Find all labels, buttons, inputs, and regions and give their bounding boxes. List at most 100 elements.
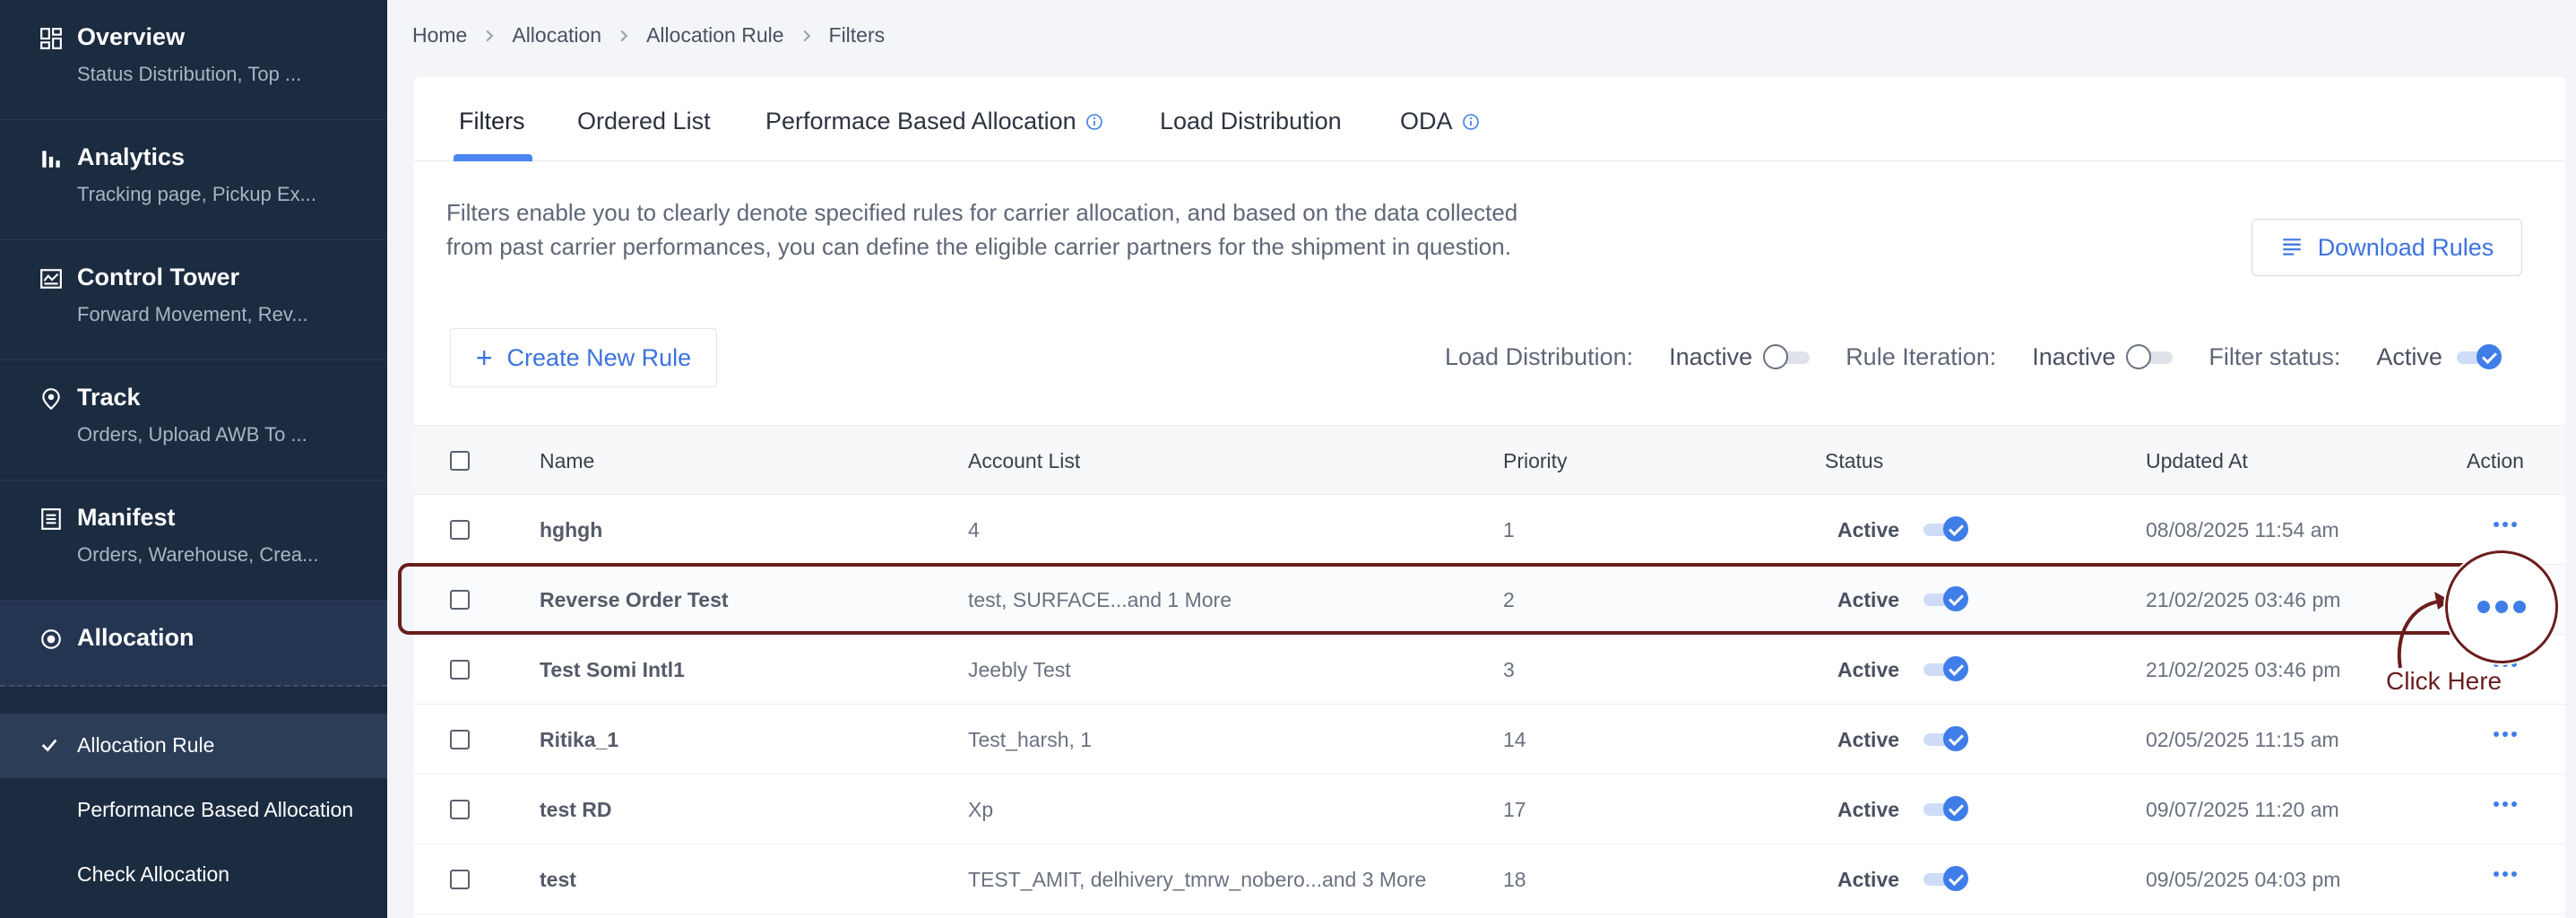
status-text: Active <box>1837 728 1900 751</box>
curved-arrow-icon <box>2397 592 2451 669</box>
tab-label: Performace Based Allocation <box>765 108 1076 134</box>
column-header-status[interactable]: Status <box>1825 449 1883 473</box>
account-list: Test_harsh, 1 <box>968 728 1093 751</box>
click-here-annotation: Click Here <box>2386 667 2503 695</box>
sidebar-item-subtitle: Forward Movement, Rev... <box>77 303 308 325</box>
main-card: Filters Ordered List Performace Based Al… <box>414 77 2565 918</box>
create-new-rule-button[interactable]: + Create New Rule <box>450 328 717 387</box>
rule-name[interactable]: Ritika_1 <box>540 728 618 752</box>
chevron-right-icon <box>620 30 628 41</box>
subnav-check-allocation[interactable]: Check Allocation <box>0 843 387 907</box>
account-list: Jeebly Test <box>968 658 1071 681</box>
table-row: Ritika_1 Test_harsh, 1 14 Active 02/05/2… <box>414 705 2565 775</box>
create-rule-label: Create New Rule <box>506 343 692 371</box>
bar-chart-icon <box>42 151 60 168</box>
updated-at: 21/02/2025 03:46 pm <box>2146 658 2341 681</box>
row-checkbox[interactable] <box>450 730 470 749</box>
sidebar-item-title: Overview <box>77 23 186 50</box>
table-row: test TEST_AMIT, delhivery_tmrw_nobero...… <box>414 844 2565 914</box>
rule-iteration-toggle[interactable] <box>2126 344 2174 369</box>
rule-name[interactable]: Test Somi Intl1 <box>540 658 685 682</box>
load-distribution-label: Load Distribution: <box>1445 342 1634 370</box>
sidebar-item-manifest[interactable]: Manifest Orders, Warehouse, Crea... <box>0 481 387 601</box>
account-list: 4 <box>968 518 980 541</box>
status-toggles: Load Distribution: Inactive Rule Iterati… <box>1445 337 2502 377</box>
row-checkbox[interactable] <box>450 520 470 540</box>
tab-bar: Filters Ordered List Performace Based Al… <box>414 77 2565 161</box>
sidebar-item-title: Control Tower <box>77 264 239 290</box>
priority: 1 <box>1503 518 1515 541</box>
tab-oda[interactable]: ODA <box>1400 108 1480 135</box>
download-rules-button[interactable]: Download Rules <box>2252 219 2522 276</box>
sidebar-item-overview[interactable]: Overview Status Distribution, Top ... <box>0 0 387 120</box>
tab-filters[interactable]: Filters <box>459 108 525 135</box>
tab-performance-based-allocation[interactable]: Performace Based Allocation <box>765 108 1103 135</box>
document-list-icon <box>41 508 61 530</box>
info-icon[interactable] <box>1085 113 1103 131</box>
more-actions-icon[interactable] <box>2494 522 2517 527</box>
breadcrumb: Home Allocation Allocation Rule Filters <box>412 23 885 48</box>
sidebar-item-track[interactable]: Track Orders, Upload AWB To ... <box>0 360 387 481</box>
column-header-name[interactable]: Name <box>540 449 594 473</box>
sidebar-item-subtitle: Orders, Upload AWB To ... <box>77 423 307 446</box>
subnav-label: Check Allocation <box>77 862 230 886</box>
sidebar-item-title: Analytics <box>77 143 186 170</box>
sidebar-item-subtitle: Orders, Warehouse, Crea... <box>77 543 319 566</box>
filter-status-label: Filter status: <box>2209 342 2341 370</box>
updated-at: 09/07/2025 11:20 am <box>2146 798 2339 821</box>
breadcrumb-allocation[interactable]: Allocation <box>512 23 601 48</box>
tab-ordered-list[interactable]: Ordered List <box>577 108 711 135</box>
select-all-checkbox[interactable] <box>450 451 470 471</box>
status-toggle[interactable] <box>1920 866 1968 891</box>
status-toggle[interactable] <box>1920 516 1968 541</box>
load-distribution-value: Inactive <box>1669 342 1753 370</box>
status-toggle[interactable] <box>1920 796 1968 821</box>
highlight-row-outline <box>398 563 2495 635</box>
subnav-performance-based-allocation[interactable]: Performance Based Allocation <box>0 778 387 843</box>
breadcrumb-home[interactable]: Home <box>412 23 467 48</box>
status-text: Active <box>1837 868 1900 891</box>
account-list: TEST_AMIT, delhivery_tmrw_nobero...and 3… <box>968 868 1427 891</box>
table-row: hghgh 4 1 Active 08/08/2025 11:54 am <box>414 495 2565 565</box>
rule-iteration-value: Inactive <box>2032 342 2116 370</box>
sidebar-item-subtitle: Status Distribution, Top ... <box>77 63 302 85</box>
column-header-account-list[interactable]: Account List <box>968 449 1080 473</box>
priority: 14 <box>1503 728 1526 751</box>
more-actions-icon[interactable] <box>2494 732 2517 737</box>
breadcrumb-allocation-rule[interactable]: Allocation Rule <box>646 23 783 48</box>
column-header-priority[interactable]: Priority <box>1503 449 1568 473</box>
more-actions-icon[interactable] <box>2494 801 2517 807</box>
sidebar-item-allocation[interactable]: Allocation <box>0 601 387 687</box>
breadcrumb-filters: Filters <box>828 23 886 47</box>
status-text: Active <box>1837 798 1900 821</box>
location-pin-icon <box>42 388 60 411</box>
row-checkbox[interactable] <box>450 870 470 889</box>
status-toggle[interactable] <box>1920 656 1968 681</box>
page-description: Filters enable you to clearly denote spe… <box>446 199 1518 260</box>
info-icon[interactable] <box>1462 113 1480 131</box>
tab-load-distribution[interactable]: Load Distribution <box>1160 108 1342 135</box>
filter-status-toggle[interactable] <box>2453 344 2502 369</box>
load-distribution-toggle[interactable] <box>1763 344 1811 369</box>
row-checkbox[interactable] <box>450 660 470 680</box>
updated-at: 09/05/2025 04:03 pm <box>2146 868 2341 891</box>
priority: 18 <box>1503 868 1526 891</box>
status-text: Active <box>1837 518 1900 541</box>
target-icon <box>41 629 61 649</box>
more-actions-icon[interactable] <box>2445 550 2558 663</box>
column-header-updated-at[interactable]: Updated At <box>2146 449 2248 473</box>
sidebar-item-control-tower[interactable]: Control Tower Forward Movement, Rev... <box>0 240 387 360</box>
tab-label: Load Distribution <box>1160 108 1342 134</box>
rule-name[interactable]: test RD <box>540 798 612 822</box>
table-header: Name Account List Priority Status Update… <box>414 425 2565 495</box>
more-actions-icon[interactable] <box>2494 871 2517 877</box>
rule-name[interactable]: hghgh <box>540 518 602 542</box>
plus-icon: + <box>475 342 493 374</box>
status-toggle[interactable] <box>1920 726 1968 751</box>
sidebar-item-analytics[interactable]: Analytics Tracking page, Pickup Ex... <box>0 120 387 240</box>
tab-label: Ordered List <box>577 108 711 134</box>
row-checkbox[interactable] <box>450 800 470 819</box>
rule-name[interactable]: test <box>540 868 576 892</box>
subnav-label: Allocation Rule <box>77 733 215 757</box>
subnav-allocation-rule[interactable]: Allocation Rule <box>0 714 387 778</box>
